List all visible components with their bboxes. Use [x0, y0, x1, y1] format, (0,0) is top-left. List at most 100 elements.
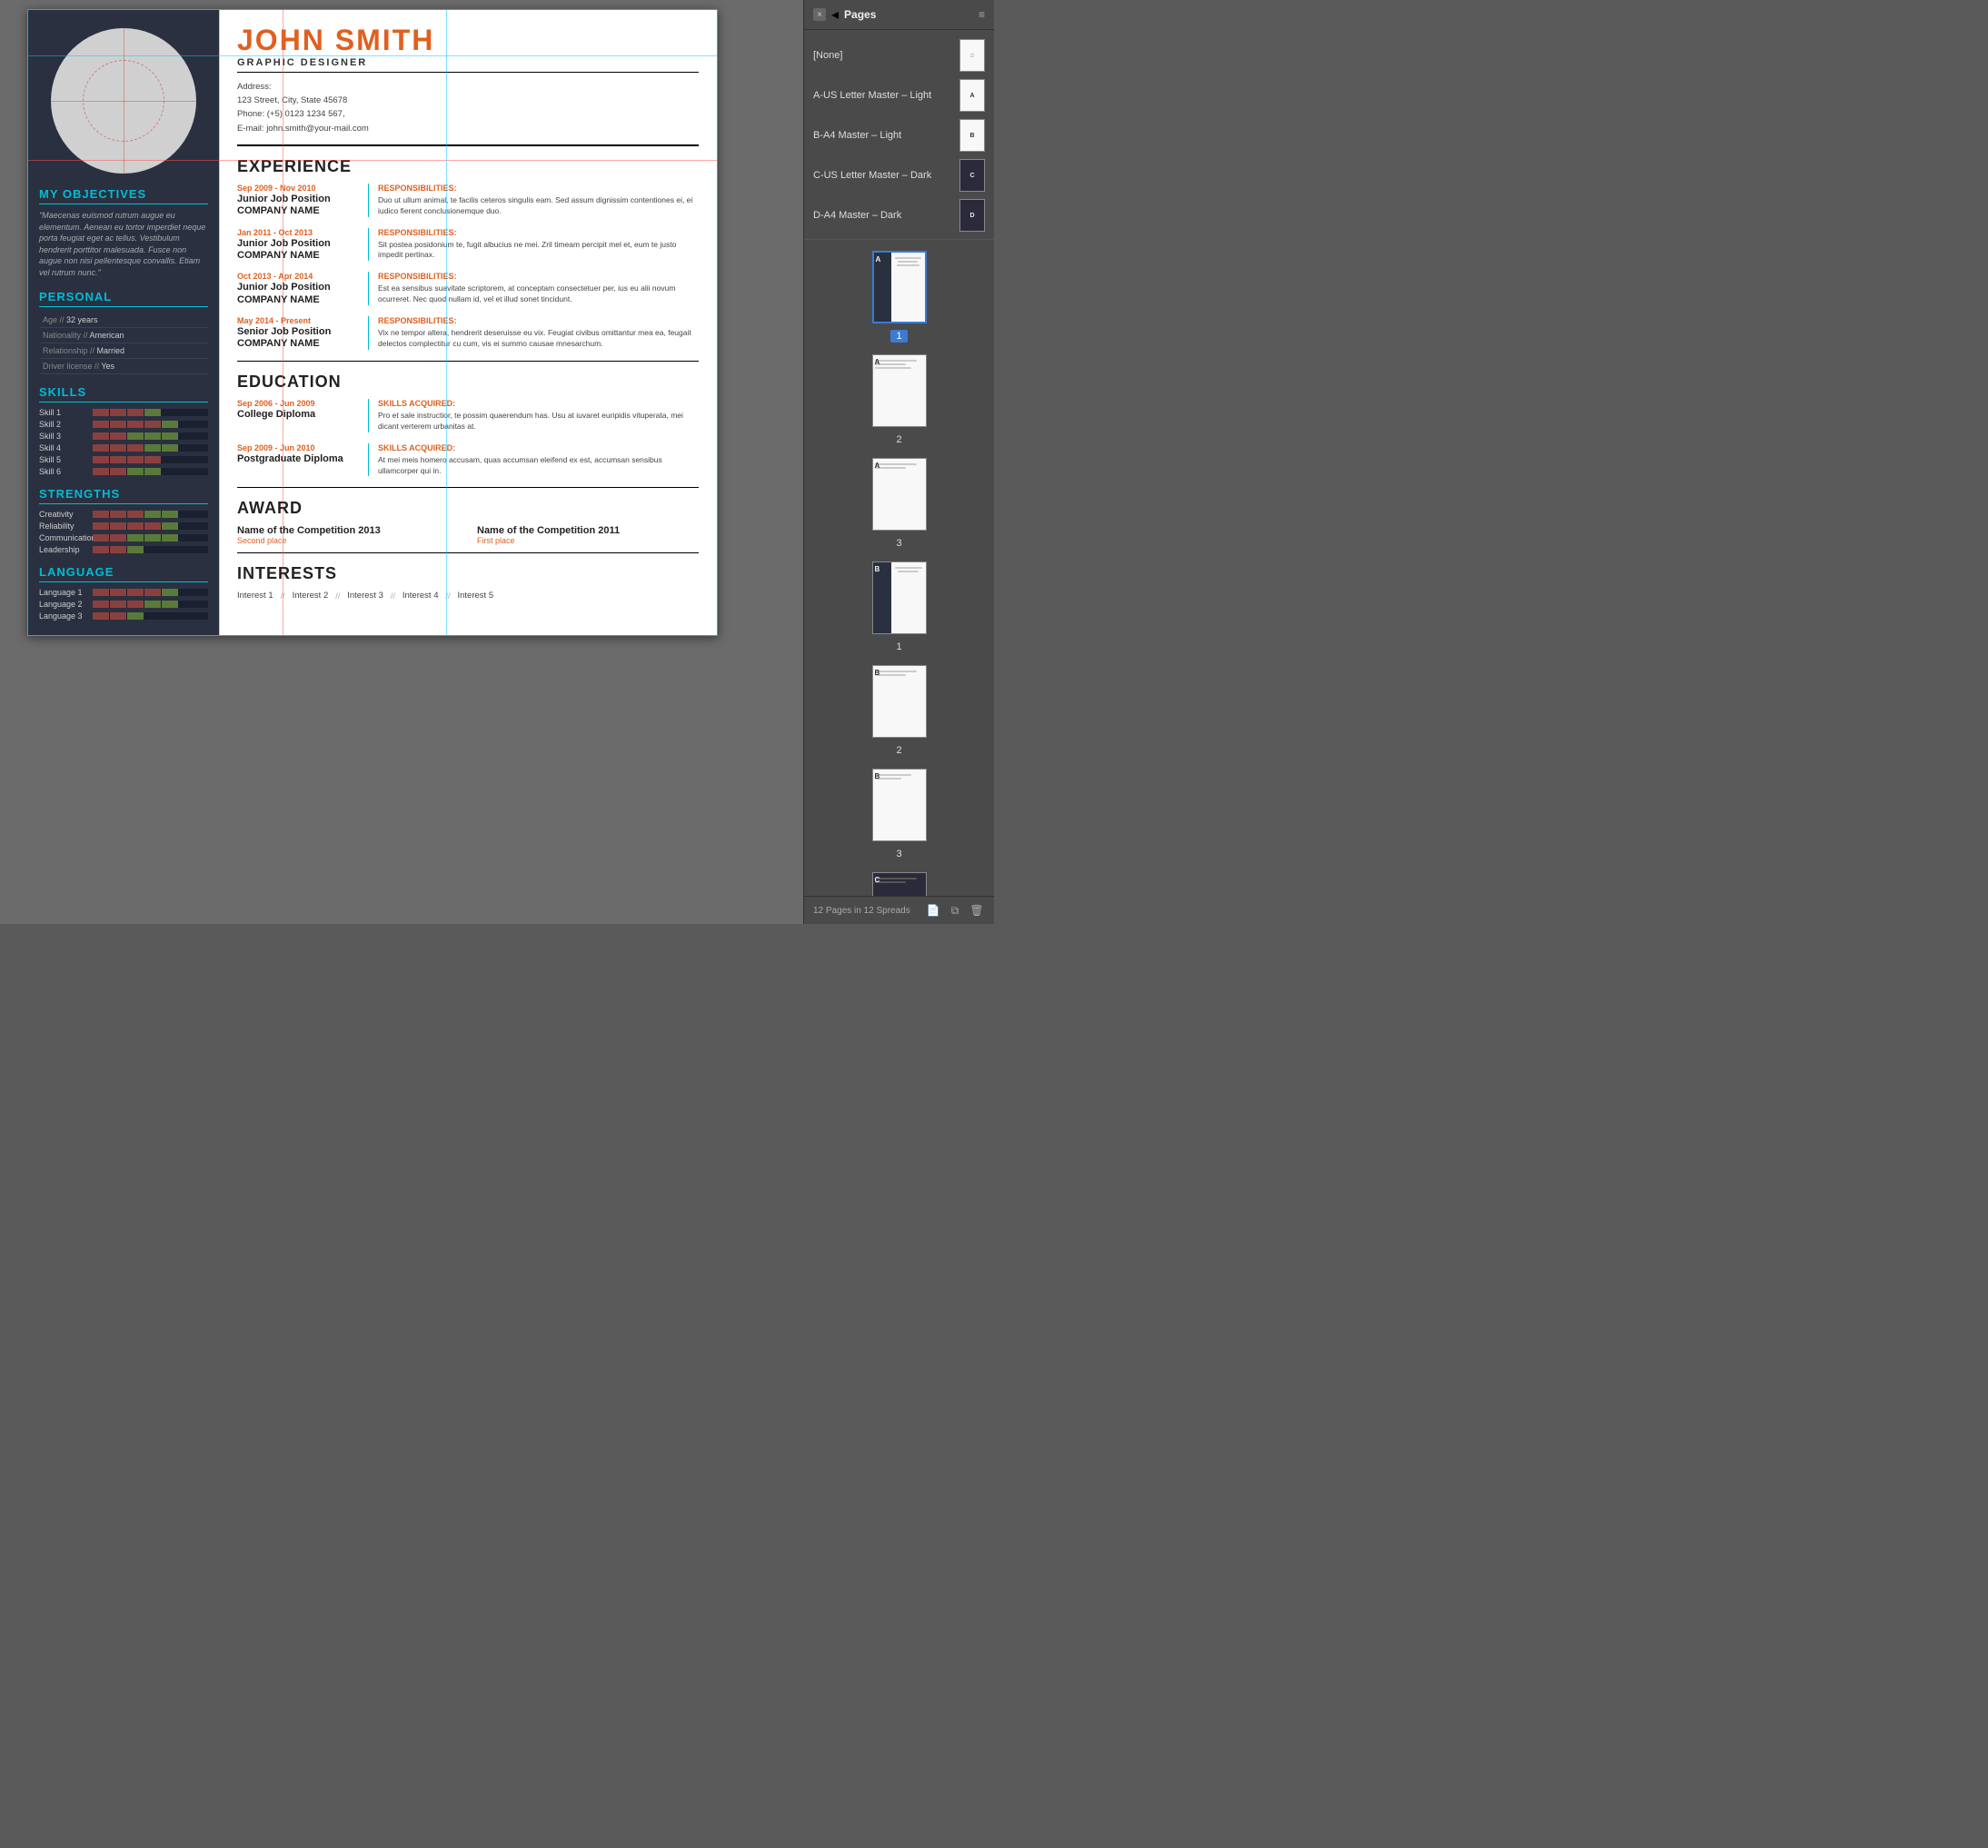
new-page-button[interactable]: 📄: [925, 902, 941, 919]
panel-footer: 12 Pages in 12 Spreads 📄 ⧉ 🗑: [804, 896, 994, 924]
spread-number-2: 2: [894, 432, 903, 447]
page-item-c-dark[interactable]: C-US Letter Master – Dark C: [804, 155, 994, 195]
exp-position-3: Junior Job Position: [237, 281, 359, 293]
spread-group-2: A 2: [804, 347, 994, 451]
strengths-list: Creativity Reliability: [39, 510, 208, 554]
page-b-light-label: B-A4 Master – Light: [813, 130, 952, 141]
page-item-b-light[interactable]: B-A4 Master – Light B: [804, 115, 994, 155]
spread-group-1: A 1: [804, 243, 994, 347]
resume-name: JOHN SMITH: [237, 24, 699, 57]
exp-right-4: RESPONSIBILITIES: Vix ne tempor altera, …: [369, 316, 699, 350]
profile-photo: [51, 28, 196, 174]
exp-date-1: Sep 2009 - Nov 2010: [237, 184, 359, 193]
exp-company-3: COMPANY NAME: [237, 294, 359, 305]
exp-company-1: COMPANY NAME: [237, 205, 359, 216]
spread-thumb-container-c1[interactable]: C: [804, 869, 994, 896]
personal-item-nationality: Nationality // American: [39, 328, 208, 343]
duplicate-page-button[interactable]: ⧉: [947, 902, 963, 919]
page-item-none[interactable]: [None] ∅: [804, 35, 994, 75]
spread-group-3: A 3: [804, 451, 994, 554]
footer-icons: 📄 ⧉ 🗑: [925, 902, 985, 919]
spread-thumb-container-2[interactable]: A: [804, 351, 994, 431]
award-item-1: Name of the Competition 2013 Second plac…: [237, 525, 459, 545]
app-container: MY OBJECTIVES "Maecenas euismod rutrum a…: [0, 0, 994, 924]
spread-number-3: 3: [894, 536, 903, 551]
edu-degree-2: Postgraduate Diploma: [237, 452, 359, 465]
exp-left-3: Oct 2013 - Apr 2014 Junior Job Position …: [237, 272, 369, 305]
page-thumb-d-dark: D: [959, 199, 985, 232]
education-item-2: Sep 2009 - Jun 2010 Postgraduate Diploma…: [237, 443, 699, 477]
edu-right-2: SKILLS ACQUIRED: At mei meis homero accu…: [369, 443, 699, 477]
spread-group-b2: B 2: [804, 658, 994, 761]
spread-thumb-container-b2[interactable]: B: [804, 661, 994, 741]
page-thumb-a-light: A: [959, 79, 985, 112]
exp-date-3: Oct 2013 - Apr 2014: [237, 272, 359, 281]
edu-right-1: SKILLS ACQUIRED: Pro et sale instructior…: [369, 399, 699, 432]
resp-text-3: Est ea sensibus suavitate scriptorem, at…: [378, 283, 699, 305]
skill-row: Skill 2: [39, 420, 208, 429]
pages-list[interactable]: [None] ∅ A-US Letter Master – Light A B-…: [804, 30, 994, 896]
objectives-title: MY OBJECTIVES: [39, 187, 208, 204]
page-thumb-none: ∅: [959, 39, 985, 72]
skill-row: Skill 1: [39, 408, 208, 417]
interest-4: Interest 4: [403, 591, 439, 601]
page-item-a-light[interactable]: A-US Letter Master – Light A: [804, 75, 994, 115]
spread-number-1: 1: [890, 330, 907, 343]
resume-document: MY OBJECTIVES "Maecenas euismod rutrum a…: [27, 9, 718, 636]
spread-thumb-container-3[interactable]: A: [804, 454, 994, 534]
spread-number-b3: 3: [894, 847, 903, 861]
exp-company-2: COMPANY NAME: [237, 250, 359, 261]
resp-label-3: RESPONSIBILITIES:: [378, 272, 699, 281]
language-title: LANGUAGE: [39, 565, 208, 582]
award-item-2: Name of the Competition 2011 First place: [477, 525, 699, 545]
canvas-area[interactable]: MY OBJECTIVES "Maecenas euismod rutrum a…: [0, 0, 803, 924]
panel-menu-button[interactable]: ≡: [979, 8, 985, 21]
language-row: Language 3: [39, 611, 208, 621]
panel-title: Pages: [844, 8, 876, 21]
strength-row-leadership: Leadership: [39, 545, 208, 554]
resume-title: GRAPHIC DESIGNER: [237, 57, 699, 73]
award-title: AWARD: [237, 499, 699, 518]
exp-left-1: Sep 2009 - Nov 2010 Junior Job Position …: [237, 184, 369, 217]
panel-close-button[interactable]: ×: [813, 8, 826, 21]
spread-thumb-b3-left[interactable]: B: [872, 769, 927, 841]
spread-group-c1: C 1: [804, 865, 994, 896]
edu-skills-text-2: At mei meis homero accusam, quas accumsa…: [378, 455, 699, 477]
resp-text-1: Duo ut ullum animal, te facilis ceteros …: [378, 195, 699, 217]
edu-skills-text-1: Pro et sale instructior, te possim quaer…: [378, 411, 699, 432]
spread-number-b1: 1: [894, 640, 903, 654]
spread-thumb-b1-left[interactable]: B: [872, 561, 927, 634]
delete-page-button[interactable]: 🗑: [969, 902, 985, 919]
resp-label-4: RESPONSIBILITIES:: [378, 316, 699, 325]
spread-thumb-b2-left[interactable]: B: [872, 665, 927, 738]
spread-thumb-3-left[interactable]: A: [872, 458, 927, 531]
education-item-1: Sep 2006 - Jun 2009 College Diploma SKIL…: [237, 399, 699, 432]
pages-panel: × ◂ Pages ≡ [None] ∅ A-US Letter Master …: [803, 0, 994, 924]
personal-title: PERSONAL: [39, 290, 208, 307]
spread-thumb-container-b1[interactable]: B: [804, 558, 994, 638]
personal-item-age: Age // 32 years: [39, 313, 208, 328]
edu-skills-label-2: SKILLS ACQUIRED:: [378, 443, 699, 452]
resp-label-1: RESPONSIBILITIES:: [378, 184, 699, 193]
spread-thumb-2-left[interactable]: A: [872, 354, 927, 427]
strength-row-reliability: Reliability: [39, 522, 208, 531]
spread-thumb-c1-left[interactable]: C: [872, 872, 927, 896]
edu-skills-label-1: SKILLS ACQUIRED:: [378, 399, 699, 408]
resp-text-2: Sit postea posidonium te, fugit albucius…: [378, 240, 699, 262]
language-list: Language 1 Language 2: [39, 588, 208, 621]
personal-item-relationship: Relationship // Married: [39, 343, 208, 359]
spread-thumb-container-1[interactable]: A: [804, 247, 994, 327]
page-item-d-dark[interactable]: D-A4 Master – Dark D: [804, 195, 994, 235]
edu-left-2: Sep 2009 - Jun 2010 Postgraduate Diploma: [237, 443, 369, 477]
award-name-1: Name of the Competition 2013: [237, 525, 459, 536]
skill-row: Skill 6: [39, 467, 208, 476]
interests-list: Interest 1 // Interest 2 // Interest 3 /…: [237, 591, 699, 601]
exp-position-1: Junior Job Position: [237, 193, 359, 205]
experience-item-1: Sep 2009 - Nov 2010 Junior Job Position …: [237, 184, 699, 217]
page-a-light-label: A-US Letter Master – Light: [813, 90, 952, 101]
edu-date-1: Sep 2006 - Jun 2009: [237, 399, 359, 408]
spread-thumb-container-b3[interactable]: B: [804, 765, 994, 845]
edu-left-1: Sep 2006 - Jun 2009 College Diploma: [237, 399, 369, 432]
spread-thumb-1-left[interactable]: A: [872, 251, 927, 323]
exp-left-2: Jan 2011 - Oct 2013 Junior Job Position …: [237, 228, 369, 262]
